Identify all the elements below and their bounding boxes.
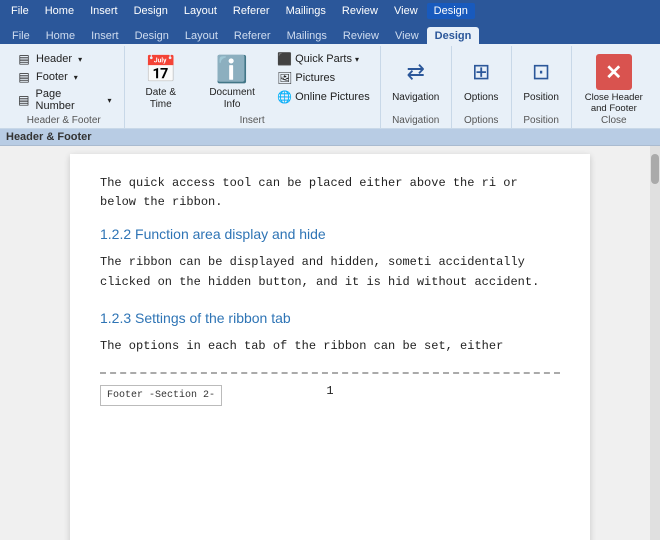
navigation-icon: ⇄: [398, 54, 434, 90]
insert-group-label: Insert: [125, 115, 380, 126]
navigation-group-label: Navigation: [381, 115, 451, 126]
tab-referer[interactable]: Referer: [226, 27, 279, 44]
tab-insert[interactable]: Insert: [83, 27, 127, 44]
menubar: File Home Insert Design Layout Referer M…: [0, 0, 660, 22]
para-123: The options in each tab of the ribbon ca…: [100, 337, 560, 356]
tab-mailings[interactable]: Mailings: [279, 27, 335, 44]
options-icon: ⊞: [463, 54, 499, 90]
doc-page: The quick access tool can be placed eith…: [70, 154, 590, 540]
position-label: Position: [523, 92, 559, 103]
quick-parts-button[interactable]: ⬛ Quick Parts ▾: [273, 50, 374, 68]
doc-info-icon: ℹ️: [216, 53, 248, 85]
tab-review[interactable]: Review: [335, 27, 387, 44]
heading-122: 1.2.2 Function area display and hide: [100, 224, 560, 245]
pictures-button[interactable]: 🖼 Pictures: [273, 69, 374, 87]
tab-design[interactable]: Design: [127, 27, 177, 44]
navigation-button[interactable]: ⇄ Navigation: [386, 50, 445, 107]
position-group-label: Position: [512, 115, 571, 126]
para-122: The ribbon can be displayed and hidden, …: [100, 253, 560, 291]
ribbon-group-options: ⊞ Options Options: [452, 46, 512, 128]
tab-design-active[interactable]: Design: [427, 27, 480, 44]
tab-strip: File Home Insert Design Layout Referer M…: [0, 22, 660, 44]
navigation-label: Navigation: [392, 92, 439, 103]
menu-file[interactable]: File: [4, 3, 36, 19]
pictures-icon: 🖼: [277, 71, 292, 85]
online-pictures-button[interactable]: 🌐 Online Pictures: [273, 88, 374, 106]
footer-label: Footer: [36, 71, 68, 83]
quick-parts-caret: ▾: [355, 55, 359, 64]
menu-home[interactable]: Home: [38, 3, 81, 19]
hf-vgroup: ▤ Header ▾ ▤ Footer ▾ ▤ Page Number ▾: [10, 50, 118, 114]
header-icon: ▤: [16, 52, 32, 66]
quick-parts-icon: ⬛: [277, 52, 292, 66]
options-button[interactable]: ⊞ Options: [457, 50, 505, 107]
scroll-thumb[interactable]: [651, 154, 659, 184]
date-time-icon: 📅: [145, 53, 177, 85]
hf-label-bar: Header & Footer: [0, 129, 660, 146]
close-group-label: Close: [572, 115, 656, 126]
pictures-label: Pictures: [295, 72, 335, 84]
menu-insert[interactable]: Insert: [83, 3, 125, 19]
page-number-icon: ▤: [16, 93, 32, 107]
header-caret: ▾: [78, 55, 82, 64]
close-header-footer-button[interactable]: ✕ Close Header and Footer: [578, 50, 650, 119]
insert-col: ⬛ Quick Parts ▾ 🖼 Pictures 🌐 Online Pict…: [273, 50, 374, 106]
ribbon: ▤ Header ▾ ▤ Footer ▾ ▤ Page Number ▾: [0, 44, 660, 129]
online-pictures-label: Online Pictures: [295, 91, 370, 103]
tab-file[interactable]: File: [4, 27, 38, 44]
footer-icon: ▤: [16, 70, 32, 84]
ribbon-group-insert: 📅 Date & Time ℹ️ Document Info ⬛ Quick P…: [125, 46, 381, 128]
menu-referer[interactable]: Referer: [226, 3, 277, 19]
options-group-label: Options: [452, 115, 511, 126]
ribbon-group-position: ⊡ Position Position: [512, 46, 572, 128]
top-para: The quick access tool can be placed eith…: [100, 174, 560, 212]
menu-design[interactable]: Design: [127, 3, 175, 19]
page-number-label: Page Number: [36, 88, 102, 112]
ribbon-group-close: ✕ Close Header and Footer Close: [572, 46, 656, 128]
position-icon: ⊡: [523, 54, 559, 90]
menu-review[interactable]: Review: [335, 3, 385, 19]
menu-layout[interactable]: Layout: [177, 3, 224, 19]
menu-mailings[interactable]: Mailings: [279, 3, 333, 19]
ribbon-content: ▤ Header ▾ ▤ Footer ▾ ▤ Page Number ▾: [0, 44, 660, 128]
date-time-label: Date & Time: [135, 87, 188, 111]
position-button[interactable]: ⊡ Position: [517, 50, 565, 107]
page-number-button[interactable]: ▤ Page Number ▾: [10, 86, 118, 114]
tab-view[interactable]: View: [387, 27, 427, 44]
hf-group-label: Header & Footer: [4, 115, 124, 126]
footer-caret: ▾: [74, 73, 78, 82]
header-button[interactable]: ▤ Header ▾: [10, 50, 118, 68]
footer-section-label: Footer -Section 2-: [100, 385, 222, 406]
tab-home[interactable]: Home: [38, 27, 83, 44]
page-number-caret: ▾: [107, 96, 111, 105]
ribbon-group-navigation: ⇄ Navigation Navigation: [381, 46, 452, 128]
heading-123: 1.2.3 Settings of the ribbon tab: [100, 308, 560, 329]
doc-info-label: Document Info: [201, 87, 263, 111]
footer-area: Footer -Section 2- 1: [100, 376, 560, 406]
close-label: Close Header and Footer: [584, 92, 644, 115]
header-label: Header: [36, 53, 72, 65]
quick-parts-label: Quick Parts: [295, 53, 352, 65]
date-time-button[interactable]: 📅 Date & Time: [131, 50, 192, 114]
options-label: Options: [464, 92, 498, 103]
menu-view[interactable]: View: [387, 3, 425, 19]
close-red-icon: ✕: [596, 54, 632, 90]
doc-area: The quick access tool can be placed eith…: [0, 146, 660, 540]
scrollbar[interactable]: [650, 146, 660, 540]
footer-dashed-line: [100, 372, 560, 374]
online-pictures-icon: 🌐: [277, 90, 292, 104]
footer-button[interactable]: ▤ Footer ▾: [10, 68, 118, 86]
tab-layout[interactable]: Layout: [177, 27, 226, 44]
doc-info-button[interactable]: ℹ️ Document Info: [197, 50, 267, 114]
menu-design-active[interactable]: Design: [427, 3, 475, 19]
ribbon-group-header-footer: ▤ Header ▾ ▤ Footer ▾ ▤ Page Number ▾: [4, 46, 125, 128]
